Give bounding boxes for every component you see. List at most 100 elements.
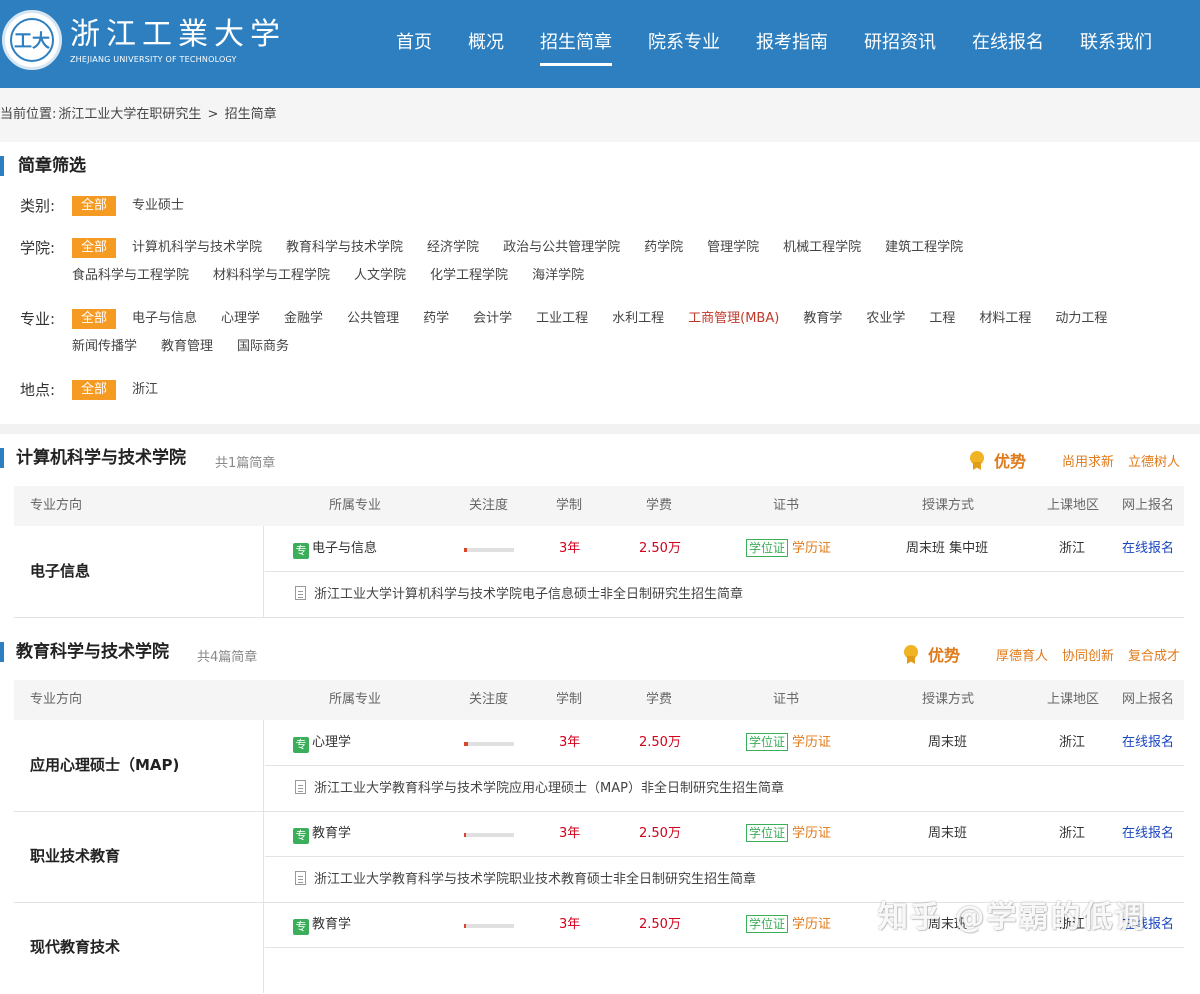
- major-cell[interactable]: 专教育学: [293, 902, 351, 948]
- filter-option[interactable]: 经济学院: [427, 234, 479, 262]
- filter-option[interactable]: 机械工程学院: [783, 234, 861, 262]
- college-title[interactable]: 计算机科学与技术学院: [0, 448, 186, 468]
- nav-departments[interactable]: 院系专业: [630, 0, 738, 88]
- filter-option[interactable]: 会计学: [473, 305, 512, 333]
- filter-row-college: 学院: 全部 计算机科学与技术学院 教育科学与技术学院 经济学院 政治与公共管理…: [20, 238, 1172, 290]
- filter-option[interactable]: 药学: [423, 305, 449, 333]
- university-logo[interactable]: 工大 浙江工業大学 ZHEJIANG UNIVERSITY OF TECHNOL…: [2, 10, 286, 70]
- filter-option[interactable]: 金融学: [284, 305, 323, 333]
- teaching-mode: 周末班 集中班: [906, 541, 989, 556]
- filter-option[interactable]: 教育学: [803, 305, 842, 333]
- filter-option[interactable]: 动力工程: [1055, 305, 1107, 333]
- major-direction: 应用心理硕士（MAP): [14, 720, 264, 811]
- filter-option[interactable]: 水利工程: [612, 305, 664, 333]
- advantage-title: 优势: [993, 452, 1026, 471]
- attention-bar: [464, 548, 514, 552]
- filter-option[interactable]: 药学院: [644, 234, 683, 262]
- brochure-link[interactable]: 浙江工业大学计算机科学与技术学院电子信息硕士非全日制研究生招生简章: [265, 572, 1184, 617]
- filter-option[interactable]: 政治与公共管理学院: [503, 234, 620, 262]
- professional-tag: 专: [293, 737, 309, 753]
- degree-certificate-badge: 学位证: [746, 539, 789, 557]
- professional-tag: 专: [293, 543, 309, 559]
- filter-option[interactable]: 计算机科学与技术学院: [132, 234, 262, 262]
- filter-option[interactable]: 工业工程: [536, 305, 588, 333]
- th-duration: 学制: [556, 498, 583, 513]
- filter-option[interactable]: 建筑工程学院: [885, 234, 963, 262]
- nav-brochures[interactable]: 招生简章: [522, 0, 630, 88]
- filter-option[interactable]: 国际商务: [237, 333, 289, 361]
- nav-home[interactable]: 首页: [378, 0, 450, 88]
- brochure-link[interactable]: 浙江工业大学教育科学与技术学院应用心理硕士（MAP）非全日制研究生招生简章: [265, 766, 1184, 811]
- filter-label: 学院:: [20, 239, 56, 257]
- filter-option-highlighted[interactable]: 工商管理(MBA): [688, 305, 779, 333]
- breadcrumb-current: 招生简章: [224, 107, 277, 122]
- certificates: 学位证 学历证: [746, 811, 831, 857]
- college-brochure-count: 共4篇简章: [197, 650, 258, 665]
- professional-tag: 专: [293, 919, 309, 935]
- th-certificate: 证书: [773, 692, 800, 707]
- enroll-online-link[interactable]: 在线报名: [1122, 720, 1174, 766]
- filter-option[interactable]: 工程: [929, 305, 955, 333]
- filter-row-category: 类别: 全部 专业硕士: [20, 196, 1172, 220]
- filter-all-button[interactable]: 全部: [72, 238, 117, 258]
- duration: 3年: [559, 826, 581, 841]
- filter-all-button[interactable]: 全部: [72, 196, 117, 216]
- filter-row-location: 地点: 全部 浙江: [20, 380, 1172, 404]
- filter-all-button[interactable]: 全部: [72, 309, 117, 329]
- filter-all-button[interactable]: 全部: [72, 380, 117, 400]
- degree-certificate-badge: 学位证: [746, 733, 789, 751]
- duration: 3年: [559, 917, 581, 932]
- th-teaching-mode: 授课方式: [922, 692, 975, 707]
- filter-option[interactable]: 浙江: [132, 376, 158, 404]
- nav-overview[interactable]: 概况: [450, 0, 522, 88]
- th-duration: 学制: [556, 692, 583, 707]
- filter-option[interactable]: 化学工程学院: [430, 262, 508, 290]
- filter-option[interactable]: 管理学院: [707, 234, 759, 262]
- major-direction: 现代教育技术: [14, 902, 264, 993]
- diploma-label: 学历证: [792, 917, 832, 932]
- major-row: 电子信息 专电子与信息 3年 2.50万 学位证 学历证 周末班 集中班 浙江 在…: [14, 526, 1184, 618]
- th-major: 所属专业: [329, 498, 382, 513]
- major-cell[interactable]: 专教育学: [293, 811, 351, 857]
- enroll-online-link[interactable]: 在线报名: [1122, 811, 1174, 857]
- enroll-online-link[interactable]: 在线报名: [1122, 526, 1174, 572]
- diploma-label: 学历证: [792, 541, 832, 556]
- breadcrumb: 当前位置: 浙江工业大学在职研究生 > 招生简章: [0, 88, 1200, 142]
- filter-option[interactable]: 教育科学与技术学院: [286, 234, 403, 262]
- attention-bar: [464, 924, 514, 928]
- filter-option[interactable]: 农业学: [866, 305, 905, 333]
- nav-apply[interactable]: 在线报名: [954, 0, 1062, 88]
- teaching-mode: 周末班: [928, 735, 968, 750]
- emblem-seal-text: 工大: [10, 18, 54, 62]
- breadcrumb-home-link[interactable]: 浙江工业大学在职研究生: [58, 107, 201, 122]
- college-title[interactable]: 教育科学与技术学院: [0, 642, 169, 662]
- filter-option[interactable]: 人文学院: [354, 262, 406, 290]
- brochure-filter: 简章筛选 类别: 全部 专业硕士 学院: 全部 计算机科学与技术学院 教育科学与…: [0, 142, 1200, 424]
- nav-news[interactable]: 研招资讯: [846, 0, 954, 88]
- nav-contact[interactable]: 联系我们: [1062, 0, 1170, 88]
- filter-option[interactable]: 新闻传播学: [72, 333, 137, 361]
- filter-option[interactable]: 公共管理: [347, 305, 399, 333]
- tuition-fee: 2.50万: [639, 541, 681, 556]
- filter-option[interactable]: 电子与信息: [132, 305, 197, 333]
- brochure-title: 浙江工业大学教育科学与技术学院职业技术教育硕士非全日制研究生招生简章: [314, 872, 757, 887]
- region: 浙江: [1059, 826, 1086, 841]
- nav-guide[interactable]: 报考指南: [738, 0, 846, 88]
- filter-option[interactable]: 教育管理: [161, 333, 213, 361]
- filter-option[interactable]: 专业硕士: [132, 192, 184, 220]
- th-region: 上课地区: [1047, 498, 1100, 513]
- document-icon: [295, 780, 306, 794]
- filter-option[interactable]: 材料工程: [979, 305, 1031, 333]
- college-advantages: 优势 尚用求新 立德树人: [969, 448, 1180, 472]
- filter-option[interactable]: 海洋学院: [532, 262, 584, 290]
- diploma-label: 学历证: [792, 735, 832, 750]
- major-cell[interactable]: 专心理学: [293, 720, 351, 766]
- th-attention: 关注度: [469, 692, 509, 707]
- advantage-item: 复合成才: [1127, 648, 1180, 664]
- filter-option[interactable]: 心理学: [221, 305, 260, 333]
- filter-option[interactable]: 材料科学与工程学院: [213, 262, 330, 290]
- attention-fill: [464, 924, 466, 928]
- filter-option[interactable]: 食品科学与工程学院: [72, 262, 189, 290]
- document-icon: [295, 871, 306, 885]
- major-cell[interactable]: 专电子与信息: [293, 526, 377, 572]
